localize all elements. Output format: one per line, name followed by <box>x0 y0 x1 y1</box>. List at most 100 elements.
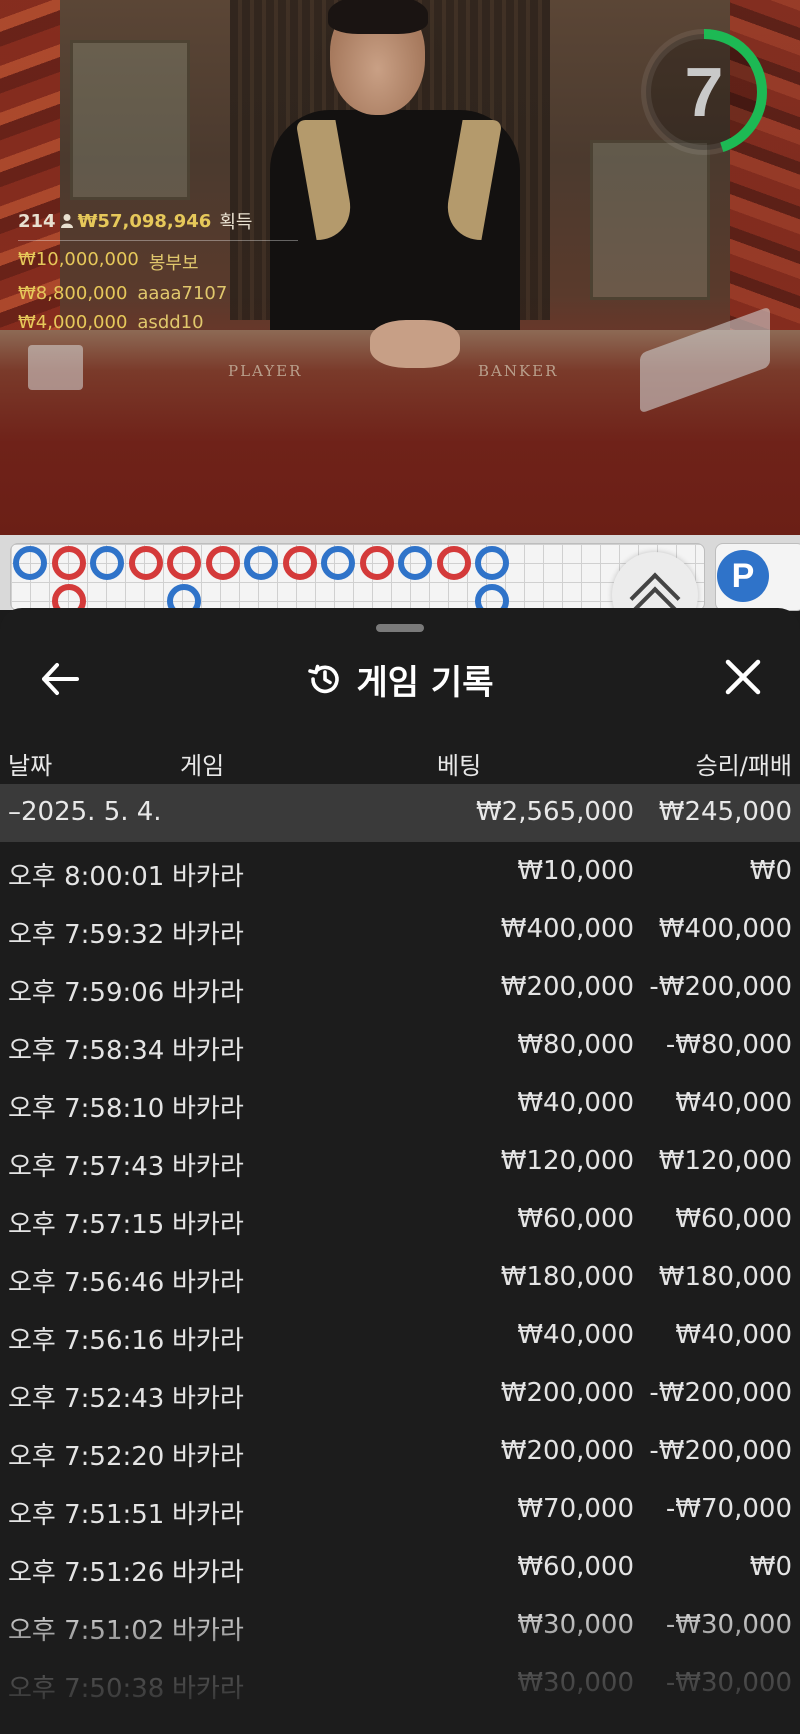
row-bet: ₩120,000 <box>500 1146 634 1176</box>
row-game: 바카라 <box>172 1442 244 1472</box>
row-game: 바카라 <box>172 1500 244 1530</box>
history-row[interactable]: 오후 7:51:02 바카라 ₩30,000 -₩30,000 <box>0 1596 800 1654</box>
history-list: 오후 8:00:01 바카라 ₩10,000 ₩0 오후 7:59:32 바카라 ₩400,… <box>0 842 800 1712</box>
history-row[interactable]: 오후 7:56:46 바카라 ₩180,000 ₩180,000 <box>0 1248 800 1306</box>
day-group-header[interactable]: –2025. 5. 4. ₩2,565,000 ₩245,000 <box>0 784 800 842</box>
history-row[interactable]: 오후 7:57:15 바카라 ₩60,000 ₩60,000 <box>0 1190 800 1248</box>
history-row[interactable]: 오후 7:59:06 바카라 ₩200,000 -₩200,000 <box>0 958 800 1016</box>
row-bet: ₩30,000 <box>517 1610 634 1640</box>
history-row[interactable]: 오후 7:50:38 바카라 ₩30,000 -₩30,000 <box>0 1654 800 1712</box>
history-row[interactable]: 오후 7:58:34 바카라 ₩80,000 -₩80,000 <box>0 1016 800 1074</box>
row-result: ₩180,000 <box>658 1262 792 1292</box>
day-total-result: ₩245,000 <box>658 797 792 827</box>
row-result: -₩200,000 <box>649 1378 792 1408</box>
winner-name: aaaa7107 <box>137 283 228 304</box>
back-button[interactable] <box>36 654 86 704</box>
row-result: -₩200,000 <box>649 1436 792 1466</box>
row-bet: ₩180,000 <box>500 1262 634 1292</box>
row-result: -₩200,000 <box>649 972 792 1002</box>
game-history-sheet: 게임 기록 날짜 게임 베팅 승리/패배 –2025. 5. 4. ₩2,565… <box>0 608 800 1734</box>
row-bet: ₩60,000 <box>517 1552 634 1582</box>
column-bet[interactable]: 베팅 <box>437 746 481 781</box>
history-row[interactable]: 오후 7:51:51 바카라 ₩70,000 -₩70,000 <box>0 1480 800 1538</box>
column-result[interactable]: 승리/패배 <box>696 746 792 781</box>
banker-bead <box>282 546 317 580</box>
history-row[interactable]: 오후 7:56:16 바카라 ₩40,000 ₩40,000 <box>0 1306 800 1364</box>
row-time: 오후 7:52:43 <box>8 1384 165 1414</box>
row-bet: ₩200,000 <box>500 1378 634 1408</box>
banker-bead <box>51 584 86 610</box>
table-label-player: PLAYER <box>228 362 303 380</box>
decor-panel <box>590 140 710 300</box>
close-icon <box>725 659 761 695</box>
row-game: 바카라 <box>172 1036 244 1066</box>
history-row[interactable]: 오후 7:57:43 바카라 ₩120,000 ₩120,000 <box>0 1132 800 1190</box>
row-time: 오후 7:50:38 <box>8 1674 165 1704</box>
close-button[interactable] <box>718 652 768 702</box>
row-time: 오후 7:56:46 <box>8 1268 165 1298</box>
banker-bead <box>436 546 471 580</box>
player-bead <box>90 546 124 580</box>
row-bet: ₩10,000 <box>517 856 634 886</box>
winners-overlay: 214 ₩57,098,946 획득 ₩10,000,000 봉부보 ₩8,80… <box>18 208 298 333</box>
row-time: 오후 7:59:06 <box>8 978 165 1008</box>
sheet-title: 게임 기록 <box>356 662 494 703</box>
dealer-hand <box>370 320 460 368</box>
row-time: 오후 8:00:01 <box>8 862 165 892</box>
row-time: 오후 7:56:16 <box>8 1326 165 1356</box>
banker-bead <box>359 546 394 580</box>
row-bet: ₩40,000 <box>517 1320 634 1350</box>
countdown-number: 7 <box>684 53 724 131</box>
winners-total: ₩57,098,946 <box>77 210 212 232</box>
player-bead <box>475 546 509 580</box>
winner-amount: ₩10,000,000 <box>18 249 139 270</box>
row-result: ₩40,000 <box>675 1320 792 1350</box>
winner-name: asdd10 <box>137 312 204 333</box>
row-result: -₩80,000 <box>665 1030 792 1060</box>
row-bet: ₩200,000 <box>500 972 634 1002</box>
row-time: 오후 7:59:32 <box>8 920 165 950</box>
winner-row: ₩8,800,000 aaaa7107 <box>18 283 298 304</box>
banker-bead <box>128 546 163 580</box>
row-game: 바카라 <box>172 1558 244 1588</box>
decor-panel <box>70 40 190 200</box>
row-bet: ₩30,000 <box>517 1668 634 1698</box>
countdown-timer: 7 <box>638 26 770 158</box>
row-game: 바카라 <box>172 920 244 950</box>
winner-amount: ₩4,000,000 <box>18 312 128 333</box>
player-bead <box>244 546 278 580</box>
banker-bead <box>51 546 86 580</box>
history-row[interactable]: 오후 7:51:26 바카라 ₩60,000 ₩0 <box>0 1538 800 1596</box>
player-bead <box>475 584 509 610</box>
row-bet: ₩60,000 <box>517 1204 634 1234</box>
row-result: -₩70,000 <box>665 1494 792 1524</box>
history-row[interactable]: 오후 7:59:32 바카라 ₩400,000 ₩400,000 <box>0 900 800 958</box>
table-label-banker: BANKER <box>478 362 559 380</box>
day-label: –2025. 5. 4. <box>8 797 162 827</box>
column-game[interactable]: 게임 <box>180 746 224 781</box>
row-result: ₩120,000 <box>658 1146 792 1176</box>
history-row[interactable]: 오후 8:00:01 바카라 ₩10,000 ₩0 <box>0 842 800 900</box>
history-row[interactable]: 오후 7:52:20 바카라 ₩200,000 -₩200,000 <box>0 1422 800 1480</box>
row-game: 바카라 <box>172 862 244 892</box>
winners-suffix: 획득 <box>219 212 253 233</box>
row-game: 바카라 <box>172 1210 244 1240</box>
row-bet: ₩200,000 <box>500 1436 634 1466</box>
column-date[interactable]: 날짜 <box>8 746 52 781</box>
banker-bead <box>205 546 240 580</box>
player-bead <box>13 546 47 580</box>
row-result: ₩40,000 <box>675 1088 792 1118</box>
history-row[interactable]: 오후 7:52:43 바카라 ₩200,000 -₩200,000 <box>0 1364 800 1422</box>
live-video-stream[interactable]: PLAYER BANKER 214 ₩57,098,946 획득 ₩10,000… <box>0 0 800 535</box>
history-row[interactable]: 오후 7:58:10 바카라 ₩40,000 ₩40,000 <box>0 1074 800 1132</box>
day-total-bet: ₩2,565,000 <box>475 797 634 827</box>
bead-road-grid[interactable] <box>10 543 705 611</box>
sheet-header: 게임 기록 <box>0 638 800 720</box>
person-icon <box>60 213 74 229</box>
winners-count: 214 <box>18 210 56 232</box>
row-time: 오후 7:57:43 <box>8 1152 165 1182</box>
row-time: 오후 7:51:02 <box>8 1616 165 1646</box>
row-time: 오후 7:51:51 <box>8 1500 165 1530</box>
sheet-drag-handle[interactable] <box>376 624 424 632</box>
player-predict-badge[interactable]: P <box>717 550 769 602</box>
